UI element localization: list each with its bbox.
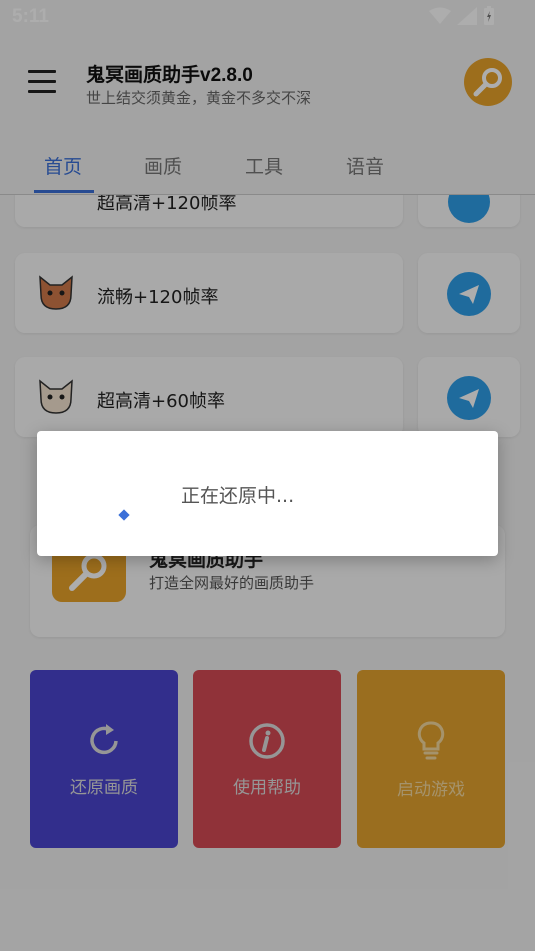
dialog-message: 正在还原中... bbox=[181, 485, 295, 507]
loading-spinner-icon bbox=[118, 509, 130, 521]
loading-dialog: 正在还原中... bbox=[37, 431, 498, 556]
